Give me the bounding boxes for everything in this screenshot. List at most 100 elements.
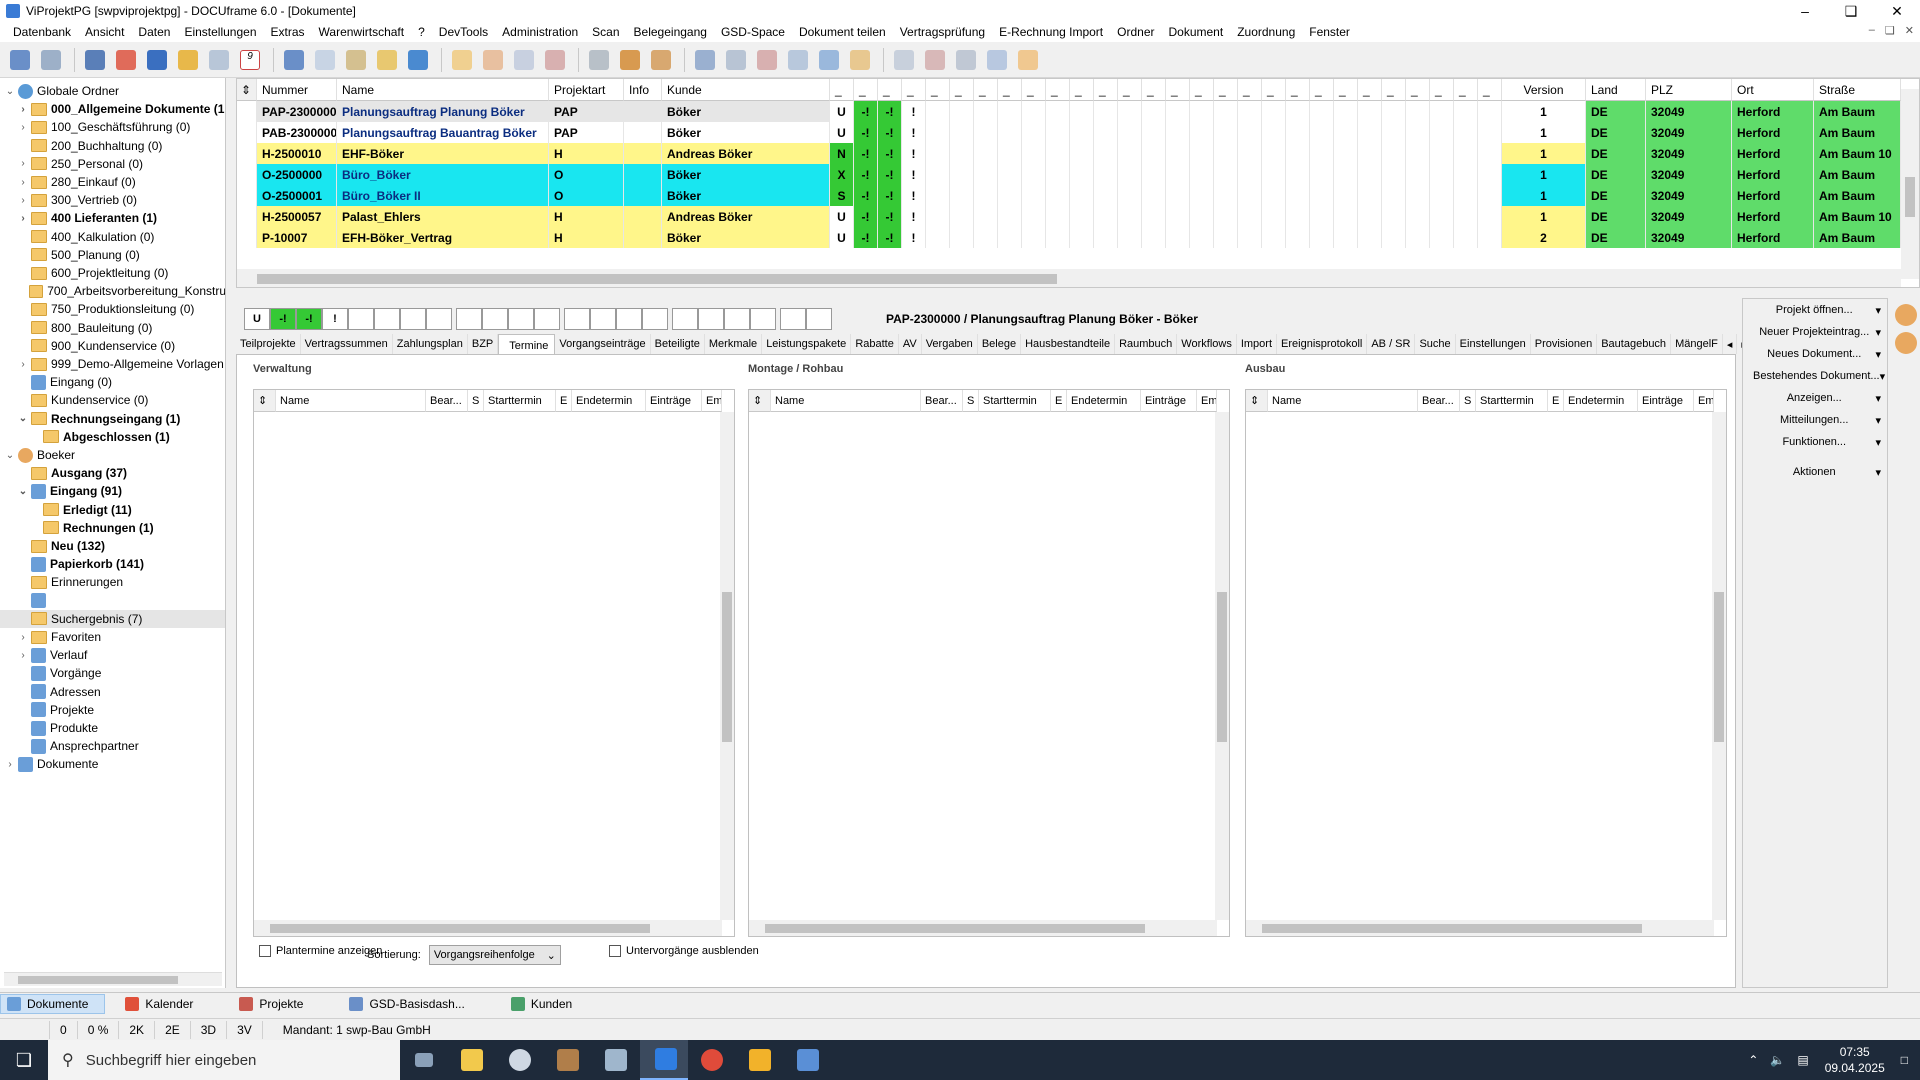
menu-item[interactable]: ? [411, 25, 432, 39]
status-box[interactable]: ! [322, 308, 348, 330]
tab-import[interactable]: Import [1237, 334, 1278, 354]
column-header-version[interactable]: Version [1502, 79, 1586, 101]
card-delete-icon-button[interactable] [753, 46, 781, 74]
action-bestehendes-dokument[interactable]: Bestehendes Dokument... ▾ [1743, 365, 1887, 387]
column-header-ort[interactable]: Ort [1732, 79, 1814, 101]
tree-node[interactable]: Erledigt (11) [0, 501, 225, 519]
calendar-people-icon-button[interactable] [112, 46, 140, 74]
table-row[interactable]: H-2500010 EHF-Böker H Andreas Böker N -! -!! 1 D… [237, 143, 1901, 164]
tab-vorgangseinträge[interactable]: Vorgangseinträge [555, 334, 651, 354]
expand-icon[interactable]: › [17, 177, 29, 188]
scroll-thumb[interactable] [1714, 592, 1724, 742]
tree-node[interactable]: › 250_Personal (0) [0, 155, 225, 173]
column-header-dash[interactable]: _ [1070, 79, 1094, 101]
collapse-icon[interactable]: ⌄ [17, 486, 29, 497]
menu-item[interactable]: Vertragsprüfung [893, 25, 992, 39]
menu-item[interactable]: GSD-Space [714, 25, 792, 39]
column-header-dash[interactable]: _ [878, 79, 902, 101]
user-group-icon[interactable] [1895, 332, 1917, 354]
action-funktionen[interactable]: Funktionen... ▾ [1743, 431, 1887, 453]
pane-column-header[interactable]: Einträge [646, 390, 702, 412]
sort-column-handle[interactable]: ⇕ [1246, 390, 1268, 412]
status-box-empty[interactable] [616, 308, 642, 330]
tree-node[interactable]: › 000_Allgemeine Dokumente (1 [0, 100, 225, 118]
status-box-empty[interactable] [534, 308, 560, 330]
address-book-icon-button[interactable] [81, 46, 109, 74]
column-header-dash[interactable]: _ [1214, 79, 1238, 101]
tab-mängelf[interactable]: MängelF [1671, 334, 1723, 354]
menu-item[interactable]: Administration [495, 25, 585, 39]
column-header-nummer[interactable]: Nummer [257, 79, 337, 101]
card-icon-button[interactable] [722, 46, 750, 74]
column-header-dash[interactable]: _ [1310, 79, 1334, 101]
tree-node[interactable]: Rechnungen (1) [0, 519, 225, 537]
action-neues-dokument[interactable]: Neues Dokument... ▾ [1743, 343, 1887, 365]
tab-scroll-left-button[interactable]: ◂ [1723, 334, 1738, 354]
pane-column-header[interactable]: Starttermin [1476, 390, 1548, 412]
user-add-icon-button[interactable] [647, 46, 675, 74]
column-header-strasse[interactable]: Straße [1814, 79, 1901, 101]
status-box[interactable]: U [244, 308, 270, 330]
pane-column-header[interactable]: Einträge [1141, 390, 1197, 412]
app-window-icon[interactable] [592, 1040, 640, 1080]
status-box-empty[interactable] [698, 308, 724, 330]
tab-vertragssummen[interactable]: Vertragssummen [301, 334, 393, 354]
tag-orange-icon-button[interactable] [846, 46, 874, 74]
tree-node[interactable]: › 100_Geschäftsführung (0) [0, 118, 225, 136]
tab-hausbestandteile[interactable]: Hausbestandteile [1021, 334, 1116, 354]
pane-column-header[interactable]: E [556, 390, 572, 412]
toolbox-icon[interactable] [544, 1040, 592, 1080]
print-icon-button[interactable] [37, 46, 65, 74]
tree-node[interactable]: Ansprechpartner [0, 737, 225, 755]
tab-av[interactable]: AV [899, 334, 922, 354]
column-header-dash[interactable]: _ [1382, 79, 1406, 101]
mdi-restore-icon[interactable]: ❑ [1885, 24, 1895, 37]
tree-node[interactable]: 200_Buchhaltung (0) [0, 137, 225, 155]
tree-node[interactable]: Projekte [0, 701, 225, 719]
status-box[interactable]: -! [270, 308, 296, 330]
tab-bzp[interactable]: BZP [468, 334, 499, 354]
status-box-empty[interactable] [400, 308, 426, 330]
pane-column-header[interactable]: S [963, 390, 979, 412]
folder-remove-icon-button[interactable] [479, 46, 507, 74]
tab-ab-sr[interactable]: AB / SR [1367, 334, 1416, 354]
menu-item[interactable]: Zuordnung [1230, 25, 1302, 39]
bottom-tab-projekte[interactable]: Projekte [233, 994, 319, 1014]
column-header-land[interactable]: Land [1586, 79, 1646, 101]
status-box-empty[interactable] [348, 308, 374, 330]
tree-node[interactable]: 400_Kalkulation (0) [0, 228, 225, 246]
column-header-dash[interactable]: _ [902, 79, 926, 101]
scroll-thumb[interactable] [765, 924, 1145, 933]
action-aktionen[interactable]: Aktionen ▾ [1743, 461, 1887, 483]
tree-node[interactable]: ⌄ Boeker [0, 446, 225, 464]
database-app-icon[interactable] [784, 1040, 832, 1080]
status-box[interactable]: -! [296, 308, 322, 330]
pane-column-header[interactable]: Einträge [1638, 390, 1694, 412]
menu-item[interactable]: Einstellungen [177, 25, 263, 39]
tree-node[interactable]: 600_Projektleitung (0) [0, 264, 225, 282]
tree-node[interactable]: › Dokumente [0, 755, 225, 773]
status-box-empty[interactable] [672, 308, 698, 330]
pane-column-header[interactable]: Bear... [1418, 390, 1460, 412]
status-box-empty[interactable] [642, 308, 668, 330]
expand-icon[interactable]: › [4, 759, 16, 770]
grid-delete-icon-button[interactable] [921, 46, 949, 74]
tab-termine[interactable]: Termine [498, 334, 556, 356]
table-row[interactable]: PAP-2300000 Planungsauftrag Planung Böker… [237, 101, 1901, 122]
tab-einstellungen[interactable]: Einstellungen [1456, 334, 1531, 354]
document-icon-button[interactable] [205, 46, 233, 74]
tree-node[interactable]: Papierkorb (141) [0, 555, 225, 573]
status-box-empty[interactable] [780, 308, 806, 330]
bottom-tab-dokumente[interactable]: Dokumente [0, 993, 106, 1014]
column-header-dash[interactable]: _ [830, 79, 854, 101]
pane-column-header[interactable]: Bear... [426, 390, 468, 412]
glasses-icon-button[interactable] [585, 46, 613, 74]
expand-icon[interactable]: › [17, 632, 29, 643]
column-header-plz[interactable]: PLZ [1646, 79, 1732, 101]
chart-app-icon[interactable] [736, 1040, 784, 1080]
column-header-dash[interactable]: _ [1142, 79, 1166, 101]
pane-column-header[interactable]: E [1548, 390, 1564, 412]
menu-item[interactable]: Datenbank [6, 25, 78, 39]
column-header-dash[interactable]: _ [1022, 79, 1046, 101]
scroll-thumb[interactable] [270, 924, 650, 933]
